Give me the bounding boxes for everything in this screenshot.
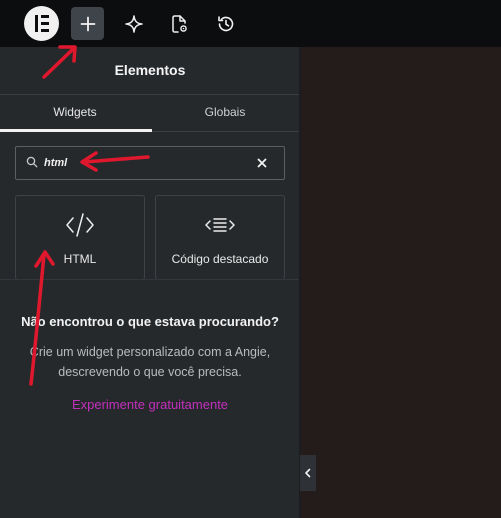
page-settings-button[interactable]: [162, 7, 195, 40]
not-found-title: Não encontrou o que estava procurando?: [21, 314, 279, 329]
editor-canvas[interactable]: [300, 47, 501, 518]
tab-widgets[interactable]: Widgets: [0, 95, 150, 131]
widget-search[interactable]: [15, 146, 285, 180]
widget-label: HTML: [63, 252, 97, 266]
widget-label: Código destacado: [171, 252, 269, 266]
ai-button[interactable]: [117, 7, 150, 40]
section-divider: [0, 279, 300, 280]
code-highlight-icon: [205, 218, 235, 232]
clear-search-icon[interactable]: [256, 157, 268, 169]
widget-card-html[interactable]: HTML: [15, 195, 145, 280]
elementor-logo-icon[interactable]: [24, 6, 59, 41]
search-icon: [26, 156, 38, 168]
ai-sparkle-icon: [124, 14, 143, 33]
add-element-icon: [80, 16, 95, 31]
search-input[interactable]: [44, 147, 244, 179]
collapse-panel-button[interactable]: [300, 455, 316, 491]
panel-divider: [299, 47, 301, 518]
panel-title: Elementos: [114, 62, 186, 78]
elements-panel: Elementos Widgets Globais HTML: [0, 47, 300, 518]
code-icon: [66, 213, 94, 237]
not-found-description: Crie um widget personalizado com a Angie…: [0, 342, 300, 382]
not-found-line: Crie um widget personalizado com a Angie…: [29, 345, 271, 359]
editor-topbar: [0, 0, 501, 47]
chevron-left-icon: [305, 468, 311, 478]
page-settings-icon: [171, 14, 187, 33]
add-element-button[interactable]: [71, 7, 104, 40]
not-found-line: descrevendo o que você precisa.: [58, 365, 242, 379]
tab-globais[interactable]: Globais: [150, 95, 300, 131]
try-free-link[interactable]: Experimente gratuitamente: [0, 397, 300, 412]
history-icon: [217, 15, 233, 31]
widget-card-codigo-destacado[interactable]: Código destacado: [155, 195, 285, 280]
active-tab-indicator: [0, 129, 152, 132]
panel-tabs: Widgets Globais: [0, 94, 300, 132]
history-button[interactable]: [209, 7, 242, 40]
